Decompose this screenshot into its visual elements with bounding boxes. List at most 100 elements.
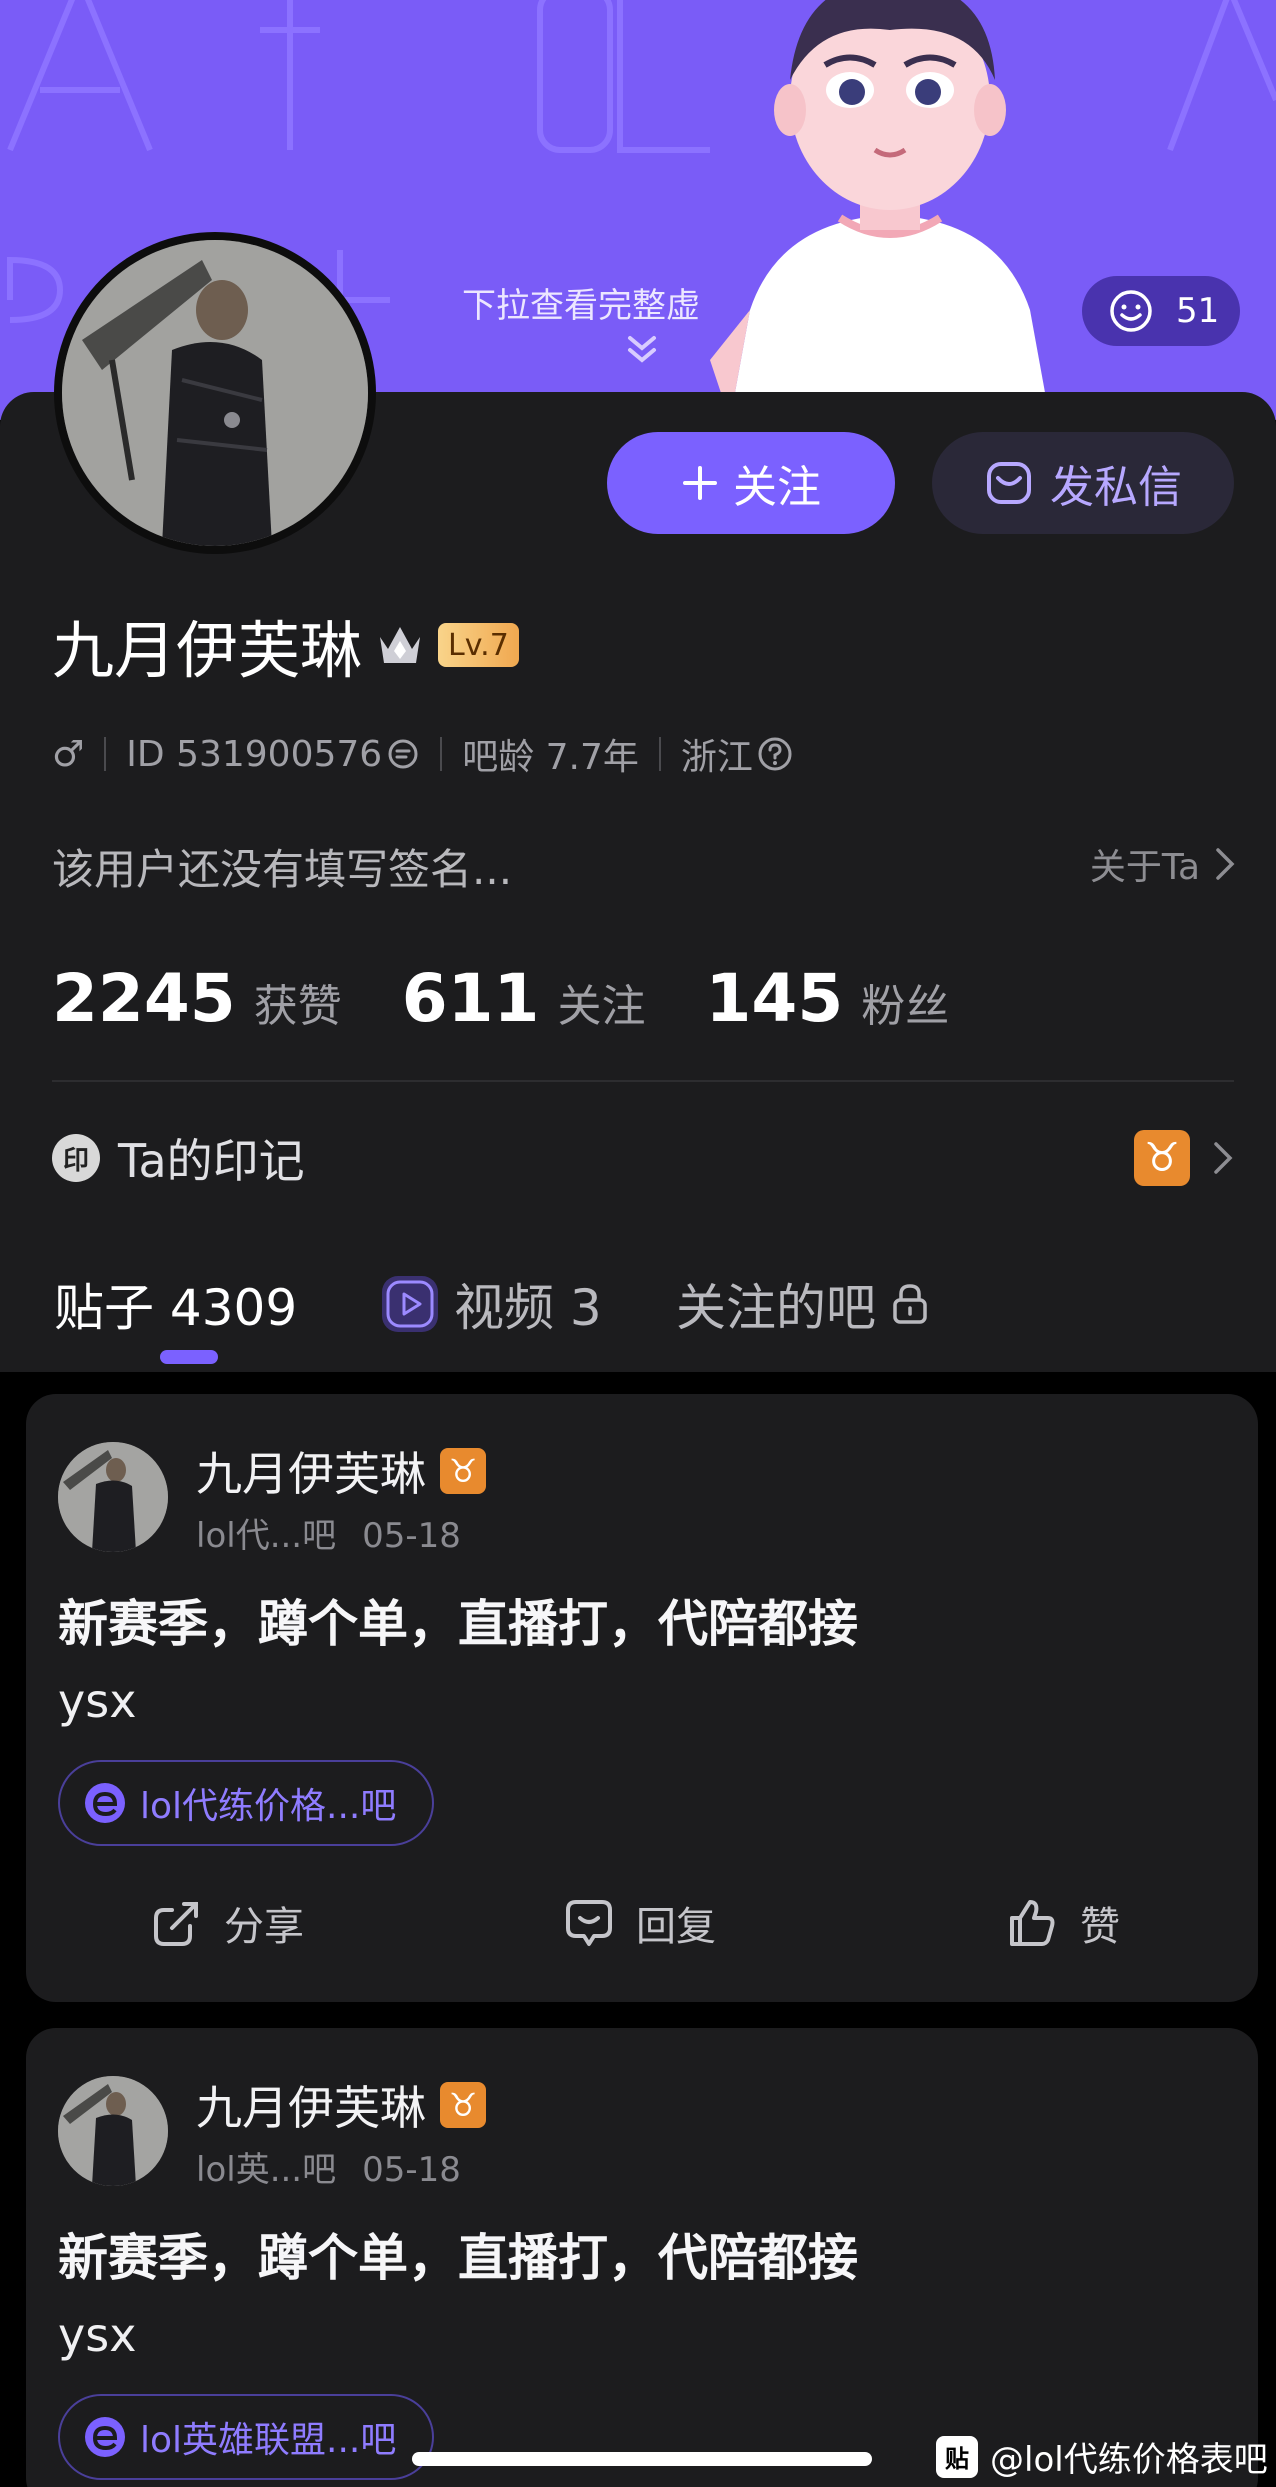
mood-count-badge[interactable]: 51: [1082, 276, 1240, 346]
video-play-icon: [382, 1276, 438, 1332]
send-message-label: 发私信: [1050, 462, 1182, 513]
meta-divider: [440, 737, 443, 771]
signature-text: 该用户还没有填写签名...: [52, 845, 513, 894]
tab-followed-bars[interactable]: 关注的吧: [676, 1268, 930, 1340]
chevron-right-icon: [1216, 848, 1235, 880]
forum-tag-label: lol英雄联盟...吧: [140, 2420, 397, 2461]
username: 九月伊芙琳: [52, 614, 363, 687]
about-ta-link[interactable]: 关于Ta: [1090, 838, 1236, 890]
share-icon: [154, 1902, 198, 1946]
post-meta: lol英...吧 05-18: [196, 2142, 461, 2191]
tab-followed-bars-label: 关注的吧: [676, 1279, 876, 1337]
taurus-icon: ♉: [440, 1448, 486, 1494]
watermark: 贴 @lol代练价格表吧: [936, 2432, 1268, 2481]
post-author-row: 九月伊芙琳 ♉: [196, 1438, 486, 1504]
comment-icon: [566, 1900, 612, 1946]
follow-label: 关注: [733, 462, 821, 513]
tab-posts[interactable]: 贴子 4309: [54, 1268, 297, 1340]
username-row: 九月伊芙琳 Lv.7: [52, 600, 519, 690]
post-author-row: 九月伊芙琳 ♉: [196, 2072, 486, 2138]
stat-number: 611: [401, 960, 540, 1037]
ta-mark-row[interactable]: 印 Ta的印记 ♉: [52, 1118, 1234, 1198]
mark-right: ♉: [1134, 1130, 1234, 1186]
user-id: ID 531900576: [126, 733, 383, 775]
home-indicator[interactable]: [412, 2452, 872, 2466]
forum-logo-icon: [85, 1783, 125, 1823]
share-button[interactable]: 分享: [150, 1894, 304, 1952]
stat-likes[interactable]: 2245 获赞: [52, 960, 342, 1037]
post-actions: 分享 回复 赞: [26, 1882, 1258, 1962]
mood-count: 51: [1176, 291, 1220, 331]
post-body[interactable]: ysx: [58, 2308, 136, 2362]
watermark-text: @lol代练价格表吧: [990, 2440, 1268, 2480]
tab-videos[interactable]: 视频 3: [380, 1268, 602, 1340]
post-date: 05-18: [362, 2150, 461, 2190]
avatar-photo: [58, 1442, 168, 1552]
stat-number: 145: [705, 960, 844, 1037]
stat-following[interactable]: 611 关注: [402, 960, 646, 1037]
copy-id-icon[interactable]: [386, 737, 420, 771]
meta-divider: [658, 737, 661, 771]
like-label: 赞: [1080, 1904, 1120, 1950]
help-icon[interactable]: [757, 736, 793, 772]
stat-fans[interactable]: 145 粉丝: [705, 960, 949, 1037]
avatar-photo: [62, 240, 368, 546]
taurus-icon: ♉: [1134, 1130, 1190, 1186]
post-author-avatar[interactable]: [58, 2076, 168, 2186]
avatar-photo: [58, 2076, 168, 2186]
about-ta-label: 关于Ta: [1089, 847, 1200, 888]
stat-number: 2245: [52, 960, 236, 1037]
chevron-right-icon: [1214, 1142, 1233, 1174]
active-tab-indicator: [160, 1350, 218, 1364]
stats-row: 2245 获赞 611 关注 145 粉丝: [52, 960, 1009, 1037]
level-badge[interactable]: Lv.7: [438, 623, 519, 667]
stat-label: 关注: [557, 981, 646, 1032]
plus-icon: [683, 466, 717, 500]
send-message-button[interactable]: 发私信: [932, 432, 1234, 534]
reply-button[interactable]: 回复: [562, 1894, 716, 1952]
post-date: 05-18: [362, 1516, 461, 1556]
post-forum-short[interactable]: lol代...吧: [196, 1516, 336, 1556]
chevron-down-icon: [628, 336, 656, 363]
post-title[interactable]: 新赛季，蹲个单，直播打，代陪都接: [58, 2218, 858, 2290]
tab-posts-label: 贴子 4309: [54, 1279, 298, 1337]
forum-logo-icon: [85, 2417, 125, 2457]
user-meta-row: ♂ ID 531900576 吧龄 7.7年 浙江: [52, 728, 793, 780]
post-body[interactable]: ysx: [58, 1674, 136, 1728]
tab-videos-label: 视频 3: [454, 1279, 602, 1337]
post-card[interactable]: 九月伊芙琳 ♉ lol代...吧 05-18 新赛季，蹲个单，直播打，代陪都接 y…: [26, 1394, 1258, 2002]
smiley-icon: [1110, 290, 1152, 332]
meta-divider: [104, 737, 107, 771]
section-divider: [52, 1080, 1234, 1082]
pull-hint-text: 下拉查看完整虚: [462, 286, 700, 326]
crown-badge-icon[interactable]: [374, 619, 426, 671]
profile-avatar[interactable]: [54, 232, 376, 554]
post-author-name[interactable]: 九月伊芙琳: [196, 2072, 426, 2138]
thumbs-up-icon: [1010, 1900, 1055, 1946]
share-label: 分享: [224, 1904, 304, 1950]
profile-tabs: 贴子 4309 视频 3 关注的吧: [0, 1228, 1276, 1368]
bar-age: 吧龄 7.7年: [462, 737, 639, 778]
stat-label: 粉丝: [861, 981, 950, 1032]
tieba-logo-icon: 贴: [936, 2435, 978, 2478]
post-meta: lol代...吧 05-18: [196, 1508, 461, 1557]
cartoon-avatar-image: [710, 0, 1050, 420]
post-card[interactable]: 九月伊芙琳 ♉ lol英...吧 05-18 新赛季，蹲个单，直播打，代陪都接 y…: [26, 2028, 1258, 2487]
post-forum-short[interactable]: lol英...吧: [196, 2150, 336, 2190]
like-button[interactable]: 赞: [1006, 1894, 1120, 1952]
follow-button[interactable]: 关注: [607, 432, 895, 534]
reply-label: 回复: [636, 1904, 716, 1950]
post-author-avatar[interactable]: [58, 1442, 168, 1552]
taurus-icon: ♉: [440, 2082, 486, 2128]
mark-label: Ta的印记: [118, 1134, 305, 1188]
forum-tag-label: lol代练价格...吧: [140, 1786, 397, 1827]
location: 浙江: [680, 737, 753, 778]
forum-tag[interactable]: lol代练价格...吧: [58, 1760, 435, 1846]
envelope-icon: [987, 462, 1031, 504]
mark-seal-icon: 印: [52, 1134, 100, 1182]
stat-label: 获赞: [253, 981, 342, 1032]
forum-tag[interactable]: lol英雄联盟...吧: [58, 2394, 435, 2480]
post-author-name[interactable]: 九月伊芙琳: [196, 1438, 426, 1504]
post-title[interactable]: 新赛季，蹲个单，直播打，代陪都接: [58, 1584, 858, 1656]
lock-icon: [893, 1284, 927, 1324]
